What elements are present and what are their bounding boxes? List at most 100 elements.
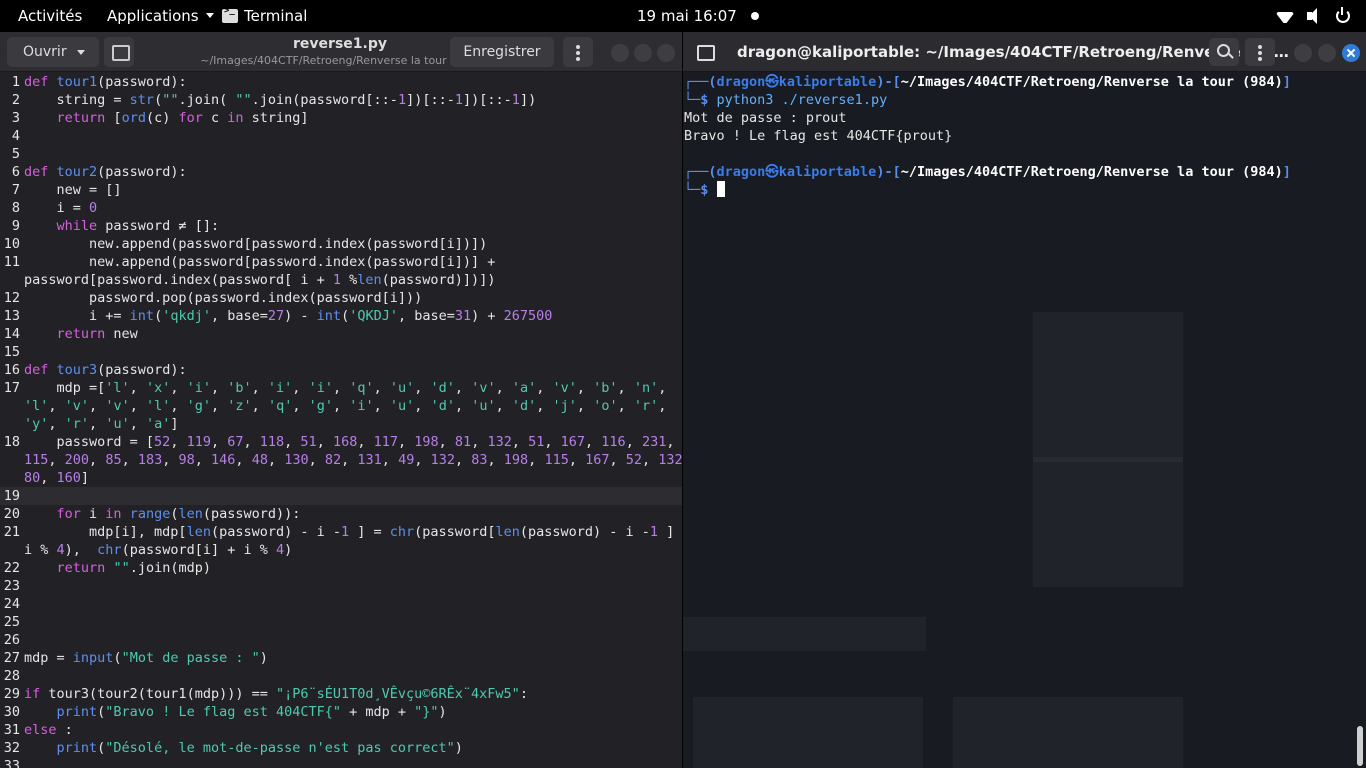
open-button[interactable]: Ouvrir bbox=[7, 37, 99, 67]
line-number: 8 bbox=[11, 200, 20, 216]
code-line[interactable]: 5 bbox=[0, 145, 682, 163]
clock[interactable]: 19 mai 16:07 bbox=[637, 7, 737, 25]
input-line[interactable]: └─$ bbox=[683, 181, 1366, 199]
code-text: 80, 160] bbox=[24, 470, 90, 486]
code-line[interactable]: 2 string = str("".join( "".join(password… bbox=[0, 91, 682, 109]
terminal-window: dragon@kaliportable: ~/Images/404CTF/Ret… bbox=[683, 32, 1366, 768]
maximize-button[interactable] bbox=[634, 44, 652, 62]
output-line: Bravo ! Le flag est 404CTF{prout} bbox=[684, 128, 953, 144]
code-view[interactable]: 1 def tour1(password): 2 string = str("".j… bbox=[0, 73, 682, 768]
terminal-close-button[interactable] bbox=[1342, 44, 1360, 62]
code-text: new = [] bbox=[24, 182, 122, 198]
code-text: i % 4), chr(password[i] + i % 4) bbox=[24, 542, 293, 558]
code-line[interactable]: 24 bbox=[0, 595, 682, 613]
code-line[interactable]: 11 new.append(password[password.index(pa… bbox=[0, 253, 682, 271]
code-text: mdp =['l', 'x', 'i', 'b', 'i', 'i', 'q',… bbox=[24, 380, 667, 396]
code-line[interactable]: 12 password.pop(password.index(password[… bbox=[0, 289, 682, 307]
line-number: 21 bbox=[3, 524, 20, 540]
code-line[interactable]: 30 print("Bravo ! Le flag est 404CTF{" +… bbox=[0, 703, 682, 721]
code-line[interactable]: 26 bbox=[0, 631, 682, 649]
code-text: while password ≠ []: bbox=[56, 218, 220, 234]
code-line[interactable]: 22 return "".join(mdp) bbox=[0, 559, 682, 577]
new-tab-button[interactable] bbox=[691, 38, 719, 66]
line-number: 4 bbox=[11, 128, 20, 144]
code-line[interactable]: 8 i = 0 bbox=[0, 199, 682, 217]
code-line[interactable]: 27 mdp = input("Mot de passe : ") bbox=[0, 649, 682, 667]
save-button[interactable]: Enregistrer bbox=[450, 37, 554, 67]
code-line[interactable]: i % 4), chr(password[i] + i % 4) bbox=[0, 541, 682, 559]
code-line[interactable]: 13 i += int('qkdj', base=27) - int('QKDJ… bbox=[0, 307, 682, 325]
terminal-scrollbar[interactable] bbox=[1357, 726, 1363, 766]
line-number: 24 bbox=[3, 596, 20, 612]
code-text: i += int('qkdj', base=27) - int('QKDJ', … bbox=[24, 308, 553, 324]
line-number: 9 bbox=[11, 218, 20, 234]
active-app-menu[interactable]: Terminal bbox=[222, 6, 308, 25]
code-line[interactable]: 29 if tour3(tour2(tour1(mdp))) == "¡P6¨sÉ… bbox=[0, 685, 682, 703]
code-line[interactable]: 25 bbox=[0, 613, 682, 631]
activities-button[interactable]: Activités bbox=[18, 7, 82, 25]
code-text: def tour2(password): bbox=[24, 164, 187, 180]
code-text: print("Désolé, le mot-de-passe n'est pas… bbox=[56, 740, 463, 756]
code-line[interactable]: 14 return new bbox=[0, 325, 682, 343]
line-number: 23 bbox=[3, 578, 20, 594]
line-number: 14 bbox=[3, 326, 20, 342]
code-line[interactable]: password[password.index(password[ i + 1 … bbox=[0, 271, 682, 289]
line-number: 33 bbox=[3, 758, 20, 768]
code-line[interactable]: 32 print("Désolé, le mot-de-passe n'est … bbox=[0, 739, 682, 757]
more-icon bbox=[576, 45, 580, 49]
line-number: 19 bbox=[3, 488, 20, 504]
code-line[interactable]: 33 bbox=[0, 757, 682, 768]
code-text: else : bbox=[24, 722, 73, 738]
new-document-button[interactable] bbox=[104, 37, 134, 67]
code-line[interactable]: 1 def tour1(password): bbox=[0, 73, 682, 91]
code-line[interactable]: 6 def tour2(password): bbox=[0, 163, 682, 181]
code-line[interactable]: 19 bbox=[0, 487, 682, 505]
terminal-minimize-button[interactable] bbox=[1294, 44, 1312, 62]
code-line[interactable]: 'l', 'v', 'v', 'l', 'g', 'z', 'q', 'g', … bbox=[0, 397, 682, 415]
code-text: mdp[i], mdp[len(password) - i -1 ] = chr… bbox=[24, 524, 675, 540]
prompt-line: ┌──(dragon㉿kaliportable)-[~/Images/404CT… bbox=[684, 74, 1291, 90]
search-button[interactable] bbox=[1209, 38, 1239, 66]
more-icon bbox=[1258, 45, 1262, 49]
line-number: 2 bbox=[11, 92, 20, 108]
code-line[interactable]: 80, 160] bbox=[0, 469, 682, 487]
code-line[interactable]: 9 while password ≠ []: bbox=[0, 217, 682, 235]
system-status-menu[interactable] bbox=[1276, 7, 1350, 24]
power-icon bbox=[1336, 7, 1350, 23]
code-line[interactable]: 20 for i in range(len(password)): bbox=[0, 505, 682, 523]
code-line[interactable]: 21 mdp[i], mdp[len(password) - i -1 ] = … bbox=[0, 523, 682, 541]
terminal-maximize-button[interactable] bbox=[1318, 44, 1336, 62]
code-text: i = 0 bbox=[24, 200, 98, 216]
code-line[interactable]: 15 bbox=[0, 343, 682, 361]
applications-menu[interactable]: Applications bbox=[107, 7, 214, 25]
line-number: 20 bbox=[3, 506, 20, 522]
command-line: └─$ python3 ./reverse1.py bbox=[684, 92, 888, 108]
code-line[interactable]: 17 mdp =['l', 'x', 'i', 'b', 'i', 'i', '… bbox=[0, 379, 682, 397]
code-line[interactable]: 'y', 'r', 'u', 'a'] bbox=[0, 415, 682, 433]
terminal-output[interactable]: ┌──(dragon㉿kaliportable)-[~/Images/404CT… bbox=[683, 73, 1366, 199]
code-text: new.append(password[password.index(passw… bbox=[24, 236, 488, 252]
code-line[interactable]: 28 bbox=[0, 667, 682, 685]
code-text: print("Bravo ! Le flag est 404CTF{" + md… bbox=[56, 704, 447, 720]
output-line: Mot de passe : prout bbox=[684, 110, 847, 126]
line-number: 3 bbox=[11, 110, 20, 126]
code-line[interactable]: 115, 200, 85, 183, 98, 146, 48, 130, 82,… bbox=[0, 451, 682, 469]
close-button[interactable] bbox=[657, 44, 675, 62]
line-number: 10 bbox=[3, 236, 20, 252]
line-number: 27 bbox=[3, 650, 20, 666]
code-line[interactable]: 18 password = [52, 119, 67, 118, 51, 168… bbox=[0, 433, 682, 451]
terminal-menu-button[interactable] bbox=[1245, 38, 1275, 66]
code-line[interactable]: 10 new.append(password[password.index(pa… bbox=[0, 235, 682, 253]
code-line[interactable]: 31 else : bbox=[0, 721, 682, 739]
active-app-label: Terminal bbox=[244, 7, 308, 25]
minimize-button[interactable] bbox=[611, 44, 629, 62]
code-line[interactable]: 3 return [ord(c) for c in string] bbox=[0, 109, 682, 127]
code-line[interactable]: 4 bbox=[0, 127, 682, 145]
notification-dot-icon bbox=[751, 12, 759, 20]
code-line[interactable]: 23 bbox=[0, 577, 682, 595]
line-number: 12 bbox=[3, 290, 20, 306]
editor-menu-button[interactable] bbox=[563, 37, 593, 67]
code-line[interactable]: 7 new = [] bbox=[0, 181, 682, 199]
code-line[interactable]: 16 def tour3(password): bbox=[0, 361, 682, 379]
code-text: return new bbox=[56, 326, 138, 342]
